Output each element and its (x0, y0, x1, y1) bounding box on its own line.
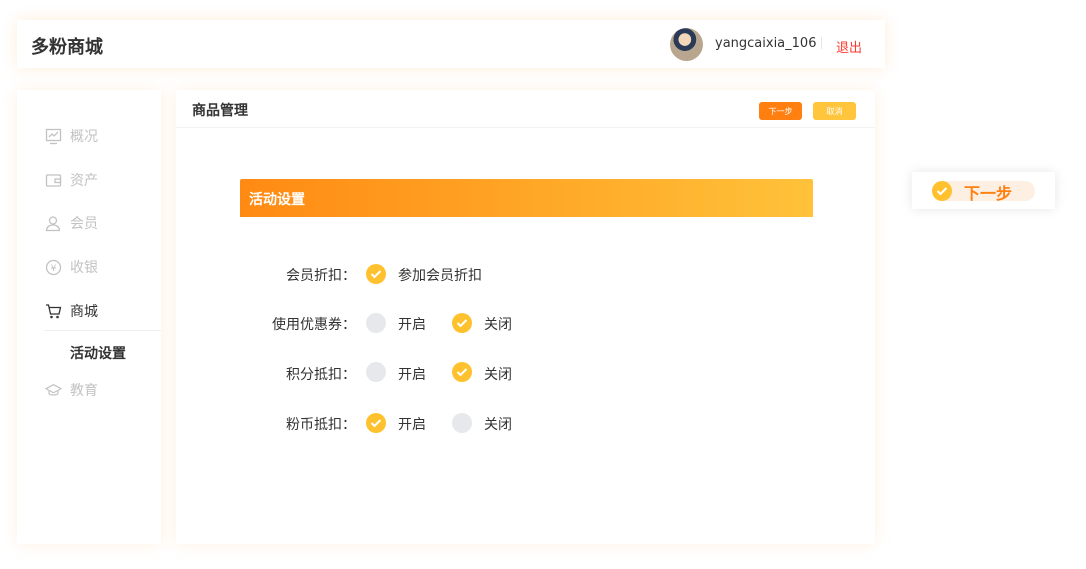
sidebar-item-mall[interactable]: 商城 (45, 301, 98, 321)
points-off-label: 关闭 (484, 367, 512, 383)
floating-next-label: 下一步 (964, 184, 1013, 203)
title-divider (176, 127, 875, 128)
coupon-label: 使用优惠券： (272, 317, 356, 333)
username: yangcaixia_106 (715, 36, 817, 51)
svg-text:¥: ¥ (51, 264, 57, 274)
coin-deduction-label: 粉币抵扣： (286, 417, 356, 433)
sidebar-item-label: 会员 (70, 216, 98, 232)
sidebar-item-label: 商城 (70, 304, 98, 320)
top-header: 多粉商城 yangcaixia_106 退出 (17, 20, 885, 68)
check-icon (456, 368, 468, 377)
sidebar-item-label: 概况 (70, 129, 98, 145)
main-panel: 商品管理 下一步 取消 活动设置 会员折扣： 参加会员折扣 使用优惠券： 开启 … (176, 90, 875, 544)
points-on-radio[interactable] (366, 362, 386, 382)
check-icon (456, 319, 468, 328)
sidebar-item-label: 资产 (70, 173, 98, 189)
member-discount-label: 会员折扣： (286, 268, 356, 284)
sidebar-item-members[interactable]: 会员 (45, 213, 98, 233)
cart-icon (45, 303, 62, 320)
header-divider (821, 37, 822, 49)
member-discount-option-label: 参加会员折扣 (398, 268, 482, 284)
sidebar-item-assets[interactable]: 资产 (45, 170, 98, 190)
page-title: 商品管理 (192, 103, 248, 119)
sidebar: 概况 资产 会员 ¥ 收银 商城 活动设置 教育 (17, 90, 161, 544)
member-discount-checkbox[interactable] (366, 264, 386, 284)
points-deduction-label: 积分抵扣： (286, 367, 356, 383)
avatar[interactable] (670, 28, 703, 61)
sidebar-subitem-activity-settings[interactable]: 活动设置 (70, 343, 126, 363)
user-icon (45, 215, 62, 232)
sidebar-item-cashier[interactable]: ¥ 收银 (45, 257, 98, 277)
coin-on-label: 开启 (398, 417, 426, 433)
brand-title: 多粉商城 (31, 37, 103, 58)
cancel-button[interactable]: 取消 (813, 102, 856, 120)
sidebar-divider (44, 330, 161, 331)
wallet-icon (45, 172, 62, 189)
coupon-on-label: 开启 (398, 317, 426, 333)
next-step-button[interactable]: 下一步 (759, 102, 802, 120)
coin-off-radio[interactable] (452, 413, 472, 433)
sidebar-item-education[interactable]: 教育 (45, 380, 98, 400)
graduation-cap-icon (45, 382, 62, 399)
check-icon (370, 270, 382, 279)
points-off-radio[interactable] (452, 362, 472, 382)
yen-icon: ¥ (45, 259, 62, 276)
logout-link[interactable]: 退出 (836, 37, 862, 56)
check-icon (932, 181, 952, 201)
sidebar-item-label: 收银 (70, 260, 98, 276)
points-on-label: 开启 (398, 367, 426, 383)
coupon-off-radio[interactable] (452, 313, 472, 333)
coupon-off-label: 关闭 (484, 317, 512, 333)
chart-icon (45, 128, 62, 145)
sidebar-item-overview[interactable]: 概况 (45, 126, 98, 146)
coupon-on-radio[interactable] (366, 313, 386, 333)
sidebar-item-label: 教育 (70, 383, 98, 399)
check-icon (370, 419, 382, 428)
floating-next-step[interactable]: 下一步 (912, 172, 1055, 209)
coin-on-radio[interactable] (366, 413, 386, 433)
section-title: 活动设置 (249, 192, 305, 208)
coin-off-label: 关闭 (484, 417, 512, 433)
section-header: 活动设置 (240, 179, 813, 217)
